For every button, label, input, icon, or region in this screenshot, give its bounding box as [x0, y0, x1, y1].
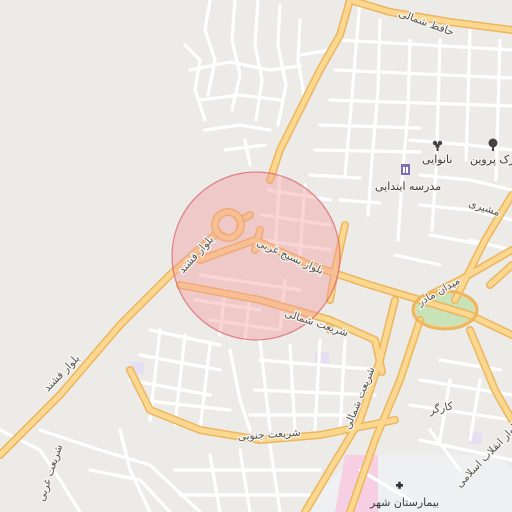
school-icon — [401, 164, 410, 175]
poi-label: مدرسه ابتدایی — [375, 180, 441, 193]
poi-label: بیمارستان شهر — [369, 496, 439, 509]
poi-label: پارک پروین — [470, 153, 512, 166]
poi-label: نانوایی — [422, 153, 452, 166]
map-view[interactable]: بلوار فشند بلوار فشند بلوار بسیج غربی شر… — [0, 0, 512, 512]
